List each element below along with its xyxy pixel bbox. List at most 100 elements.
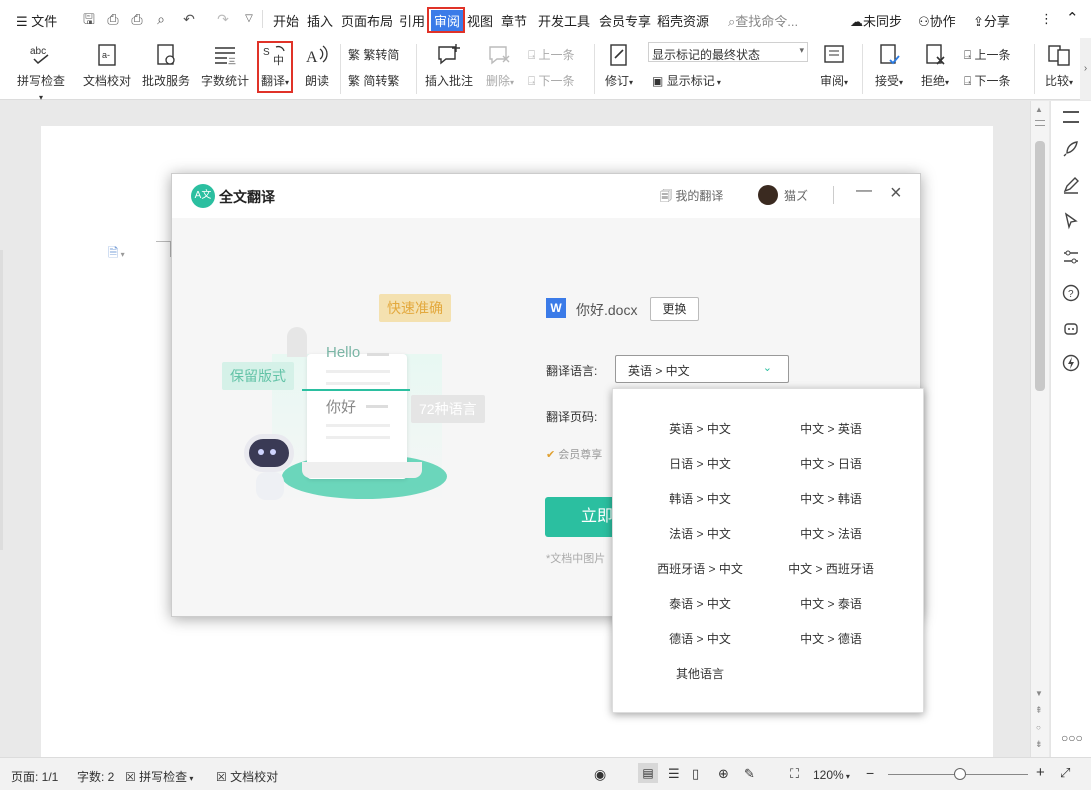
track-changes-button[interactable]: 修订▾ <box>600 38 638 89</box>
change-file-button[interactable]: 更换 <box>650 297 699 321</box>
option-zh-en[interactable]: 中文 > 英语 <box>761 420 901 437</box>
option-zh-ja[interactable]: 中文 > 日语 <box>761 455 901 472</box>
prev-page-icon[interactable]: ⇞ <box>1035 705 1043 716</box>
more-icon[interactable]: ⋮ <box>1040 11 1053 27</box>
more-dots-icon[interactable]: ○○○ <box>1061 731 1083 745</box>
prev-comment-button[interactable]: ⍈ 上一条 <box>528 46 575 63</box>
simp-to-trad-button[interactable]: 繁 简转繁 <box>348 72 399 89</box>
export-icon[interactable]: ⎙ <box>104 10 122 28</box>
print-icon[interactable]: ⎙ <box>128 10 146 28</box>
tab-docer[interactable]: 稻壳资源 <box>657 11 709 30</box>
zoom-slider-thumb[interactable] <box>954 768 966 780</box>
fit-page-icon[interactable]: ⛶ <box>790 766 799 782</box>
option-ko-zh[interactable]: 韩语 > 中文 <box>630 490 770 507</box>
scroll-up-icon[interactable]: ▲ <box>1035 105 1043 114</box>
redo-icon[interactable]: ↷ <box>214 10 232 28</box>
tab-page-layout[interactable]: 页面布局 <box>341 11 393 30</box>
next-comment-button[interactable]: ⍈ 下一条 <box>528 72 575 89</box>
scroll-split-icon[interactable] <box>1035 120 1045 126</box>
option-other-languages[interactable]: 其他语言 <box>630 665 770 682</box>
review-pane-button[interactable]: 审阅▾ <box>816 38 852 89</box>
option-zh-es[interactable]: 中文 > 西班牙语 <box>761 560 901 577</box>
delete-comment-button[interactable]: 删除▾ <box>482 38 518 89</box>
menu-lines-icon[interactable] <box>1063 111 1079 123</box>
tab-review[interactable]: 审阅 <box>431 10 464 31</box>
tab-home[interactable]: 开始 <box>273 11 299 30</box>
tab-developer[interactable]: 开发工具 <box>538 11 590 30</box>
option-th-zh[interactable]: 泰语 > 中文 <box>630 595 770 612</box>
option-fr-zh[interactable]: 法语 > 中文 <box>630 525 770 542</box>
read-aloud-button[interactable]: A 朗读 <box>300 38 334 89</box>
sync-status[interactable]: ☁未同步 <box>850 11 902 30</box>
word-count-button[interactable]: 三 字数统计 <box>199 38 251 89</box>
minimize-icon[interactable]: — <box>856 182 872 200</box>
tab-chapter[interactable]: 章节 <box>501 11 527 30</box>
language-select[interactable]: 英语 > 中文 ⌄ <box>615 355 789 383</box>
help-icon[interactable]: ? <box>1061 283 1081 303</box>
cursor-icon[interactable] <box>1061 211 1081 231</box>
option-es-zh[interactable]: 西班牙语 > 中文 <box>630 560 770 577</box>
vertical-scrollbar[interactable]: ▲ ▼ ⇞ ○ ⇟ <box>1030 101 1049 757</box>
write-mode-icon[interactable]: ✎ <box>744 766 755 782</box>
start-translate-button[interactable]: 立即 <box>545 497 615 537</box>
username[interactable]: 猫ズ <box>784 187 808 204</box>
close-icon[interactable]: × <box>890 182 902 204</box>
option-zh-de[interactable]: 中文 > 德语 <box>761 630 901 647</box>
option-ja-zh[interactable]: 日语 > 中文 <box>630 455 770 472</box>
trad-to-simp-button[interactable]: 繁 繁转简 <box>348 46 399 63</box>
scroll-thumb[interactable] <box>1035 141 1045 391</box>
preview-icon[interactable]: ⌕ <box>152 10 170 28</box>
status-spell-check[interactable]: ☒ 拼写检查 ▾ <box>125 768 193 785</box>
next-page-icon[interactable]: ⇟ <box>1035 739 1043 750</box>
accept-button[interactable]: 接受▾ <box>870 38 908 89</box>
zoom-out-icon[interactable]: − <box>866 765 874 781</box>
status-doc-proof[interactable]: ☒ 文档校对 <box>216 768 278 785</box>
save-icon[interactable]: 🖫 <box>80 10 98 28</box>
pen-icon[interactable] <box>1061 175 1081 195</box>
page-indicator[interactable]: 页面: 1/1 <box>11 768 58 785</box>
reject-button[interactable]: 拒绝▾ <box>916 38 954 89</box>
command-search[interactable]: ⌕查找命令... <box>728 11 798 30</box>
share-button[interactable]: ⇪分享 <box>973 11 1010 30</box>
show-markup-button[interactable]: ▣ 显示标记 ▾ <box>652 72 721 89</box>
web-view-icon[interactable]: ⊕ <box>718 766 729 782</box>
doc-proof-button[interactable]: a- 文档校对 <box>82 38 132 89</box>
lightning-icon[interactable] <box>1061 353 1081 373</box>
robot-icon[interactable] <box>1061 319 1081 339</box>
ribbon-scroll-right-icon[interactable]: › <box>1080 38 1091 100</box>
zoom-level[interactable]: 120% ▾ <box>813 768 850 782</box>
option-en-zh[interactable]: 英语 > 中文 <box>630 420 770 437</box>
translate-button[interactable]: S中 翻译▾ <box>259 38 291 89</box>
page-view-icon[interactable]: ▤ <box>638 763 658 783</box>
tab-references[interactable]: 引用 <box>399 11 425 30</box>
eye-protection-icon[interactable]: ◉ <box>594 766 606 783</box>
spell-check-button[interactable]: abc 拼写检查 ▾ <box>10 38 72 103</box>
tab-member[interactable]: 会员专享 <box>599 11 651 30</box>
rocket-icon[interactable] <box>1061 139 1081 159</box>
tab-view[interactable]: 视图 <box>467 11 493 30</box>
my-translations-link[interactable]: 🗐 我的翻译 <box>660 187 723 208</box>
fullscreen-icon[interactable]: ⤢ <box>1060 765 1070 781</box>
read-view-icon[interactable]: ▯ <box>692 766 699 782</box>
option-zh-th[interactable]: 中文 > 泰语 <box>761 595 901 612</box>
chevron-down-icon[interactable]: ▽ <box>240 10 258 28</box>
undo-icon[interactable]: ↶ <box>180 10 198 28</box>
option-zh-ko[interactable]: 中文 > 韩语 <box>761 490 901 507</box>
paragraph-menu-icon[interactable]: 🗎 ▾ <box>108 244 125 266</box>
scroll-down-icon[interactable]: ▼ <box>1035 689 1043 698</box>
collab-button[interactable]: ⚇协作 <box>918 11 956 30</box>
collapse-ribbon-icon[interactable]: ⌃ <box>1066 9 1079 27</box>
insert-comment-button[interactable]: 插入批注 <box>422 38 476 89</box>
option-de-zh[interactable]: 德语 > 中文 <box>630 630 770 647</box>
tab-insert[interactable]: 插入 <box>307 11 333 30</box>
select-browse-icon[interactable]: ○ <box>1036 723 1041 732</box>
compare-button[interactable]: 比较▾ <box>1040 38 1078 89</box>
markup-state-select[interactable]: 显示标记的最终状态 ▾ <box>648 42 808 62</box>
file-menu[interactable]: ☰ 文件 <box>16 11 57 30</box>
correction-service-button[interactable]: 批改服务 <box>140 38 192 89</box>
avatar[interactable] <box>758 185 778 205</box>
next-change-button[interactable]: ⍈ 下一条 <box>964 72 1011 89</box>
option-zh-fr[interactable]: 中文 > 法语 <box>761 525 901 542</box>
outline-view-icon[interactable]: ☰ <box>668 766 680 782</box>
settings-sliders-icon[interactable] <box>1061 247 1081 267</box>
